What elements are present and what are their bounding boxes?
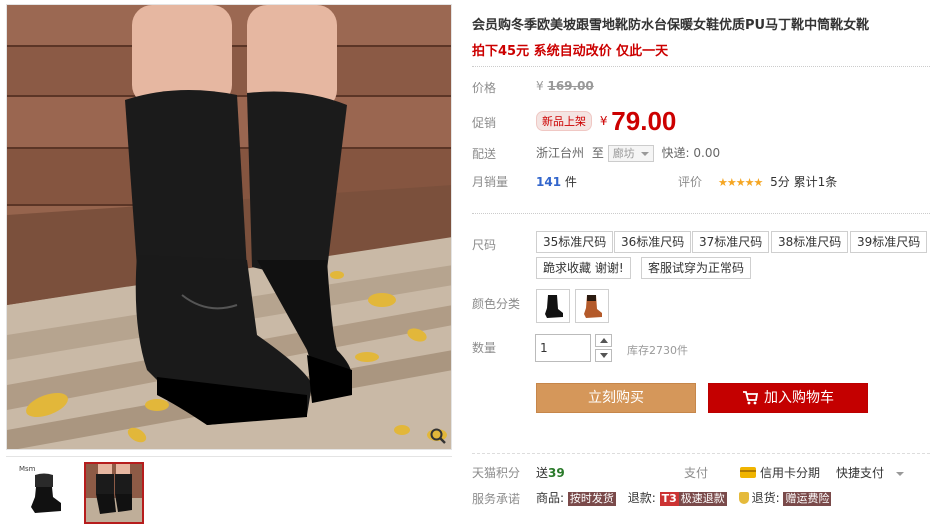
shield-icon bbox=[738, 492, 749, 504]
ontime-delivery-tag[interactable]: 按时发货 bbox=[567, 492, 616, 506]
rating-score: 5分 bbox=[770, 175, 790, 189]
sales-count: 141 bbox=[536, 175, 562, 189]
black-boot-icon bbox=[545, 295, 563, 318]
pay-label: 支付 bbox=[684, 466, 709, 480]
thumb-legs-image bbox=[86, 464, 142, 522]
price-label: 价格 bbox=[472, 81, 497, 95]
t3-badge-icon: T3 bbox=[659, 492, 679, 506]
color-label: 颜色分类 bbox=[472, 297, 521, 311]
brown-boot-icon bbox=[584, 295, 602, 318]
main-product-image[interactable] bbox=[6, 4, 452, 450]
boots-photo bbox=[7, 5, 451, 449]
product-title: 会员购冬季欧美坡跟雪地靴防水台保暖女鞋优质PU马丁靴中筒靴女靴 bbox=[472, 18, 870, 33]
size-label: 尺码 bbox=[472, 238, 497, 252]
points-prefix: 送 bbox=[536, 466, 549, 480]
size-option-favorite[interactable]: 跪求收藏 谢谢! bbox=[536, 257, 631, 279]
credit-label: 信用卡分期 bbox=[760, 466, 821, 480]
destination-select[interactable]: 廊坊 bbox=[607, 145, 654, 162]
color-option-brown[interactable] bbox=[575, 289, 609, 323]
boots bbox=[135, 255, 352, 425]
quick-pay-dropdown[interactable]: 快捷支付 bbox=[836, 464, 905, 481]
stock-count: 库存2730件 bbox=[627, 344, 688, 357]
buy-now-button[interactable]: 立刻购买 bbox=[536, 383, 696, 413]
original-price-value: 169.00 bbox=[547, 79, 594, 93]
shipping-label: 配送 bbox=[472, 147, 497, 161]
sales-unit: 件 bbox=[564, 175, 577, 189]
ship-from: 浙江台州 bbox=[536, 146, 585, 160]
size-option-35[interactable]: 35标准尺码 bbox=[536, 231, 614, 253]
sales-label: 月销量 bbox=[472, 175, 509, 189]
product-gallery: Msm bbox=[6, 4, 454, 524]
color-option-black[interactable] bbox=[536, 289, 570, 323]
quantity-increase-button[interactable] bbox=[595, 334, 612, 347]
thumbnail-1[interactable]: Msm bbox=[16, 462, 76, 524]
rating-stars-icon: ★★★★★ bbox=[718, 176, 763, 189]
quick-pay-label: 快捷支付 bbox=[836, 466, 885, 480]
size-option-39[interactable]: 39标准尺码 bbox=[850, 231, 928, 253]
service-return: 退货: bbox=[751, 491, 780, 505]
service-refund: 退款: bbox=[627, 491, 656, 505]
thumbnail-strip: Msm bbox=[6, 456, 454, 531]
fast-refund-tag[interactable]: 极速退款 bbox=[678, 492, 727, 506]
fur-cuffs bbox=[125, 90, 347, 275]
express-fee: 快递: 0.00 bbox=[661, 146, 721, 160]
divider bbox=[472, 453, 930, 454]
review-total: 累计1条 bbox=[793, 175, 838, 189]
promo-price: 79.00 bbox=[611, 106, 677, 136]
thumbnail-2-selected[interactable] bbox=[84, 462, 144, 524]
caret-down-icon bbox=[599, 353, 608, 358]
size-option-normal[interactable]: 客服试穿为正常码 bbox=[641, 257, 752, 279]
promo-price-row: 新品上架 ¥ 79.00 bbox=[536, 106, 676, 137]
ship-to-word: 至 bbox=[591, 146, 604, 160]
points-value: 39 bbox=[548, 466, 565, 480]
size-option-38[interactable]: 38标准尺码 bbox=[771, 231, 849, 253]
shipping-insurance-tag[interactable]: 赠运费险 bbox=[783, 492, 832, 506]
chevron-down-icon bbox=[896, 471, 905, 476]
service-label: 服务承诺 bbox=[472, 492, 521, 506]
quantity-decrease-button[interactable] bbox=[595, 349, 612, 362]
shipping-row: 浙江台州 至 廊坊 快递: 0.00 bbox=[536, 144, 720, 162]
currency-symbol: ¥ bbox=[536, 79, 544, 93]
divider bbox=[472, 66, 930, 67]
original-price: ¥ 169.00 bbox=[536, 79, 594, 93]
quantity-input[interactable]: 1 bbox=[535, 334, 591, 362]
cart-icon bbox=[743, 391, 759, 405]
chevron-down-icon bbox=[640, 152, 649, 156]
size-option-36[interactable]: 36标准尺码 bbox=[614, 231, 692, 253]
promo-subtitle: 拍下45元 系统自动改价 仅此一天 bbox=[472, 44, 669, 59]
points-label[interactable]: 天猫积分 bbox=[472, 464, 520, 481]
rating-row[interactable]: ★★★★★ 5分 累计1条 bbox=[718, 173, 837, 190]
promo-badge: 新品上架 bbox=[536, 111, 592, 131]
points-row: 送39 bbox=[536, 464, 565, 481]
promo-currency: ¥ bbox=[599, 114, 608, 128]
zoom-magnifier-icon[interactable] bbox=[429, 427, 447, 445]
size-option-37[interactable]: 37标准尺码 bbox=[692, 231, 770, 253]
add-to-cart-button[interactable]: 加入购物车 bbox=[708, 383, 868, 413]
destination-value: 廊坊 bbox=[612, 147, 635, 160]
sales-row: 141 件 bbox=[536, 173, 577, 190]
rating-label: 评价 bbox=[678, 175, 703, 189]
quantity-label: 数量 bbox=[472, 341, 497, 355]
credit-installment[interactable]: 信用卡分期 bbox=[740, 464, 820, 481]
service-row: 商品: 按时发货 退款: T3 极速退款 退货: 赠运费险 bbox=[536, 489, 832, 506]
service-goods: 商品: bbox=[536, 491, 565, 505]
caret-up-icon bbox=[599, 338, 608, 343]
add-to-cart-label: 加入购物车 bbox=[764, 390, 834, 406]
promo-label: 促销 bbox=[472, 116, 497, 130]
thumb-divider bbox=[6, 456, 452, 457]
credit-card-icon bbox=[740, 467, 756, 478]
thumb-brand-tag: Msm bbox=[19, 465, 36, 473]
divider bbox=[472, 213, 930, 214]
